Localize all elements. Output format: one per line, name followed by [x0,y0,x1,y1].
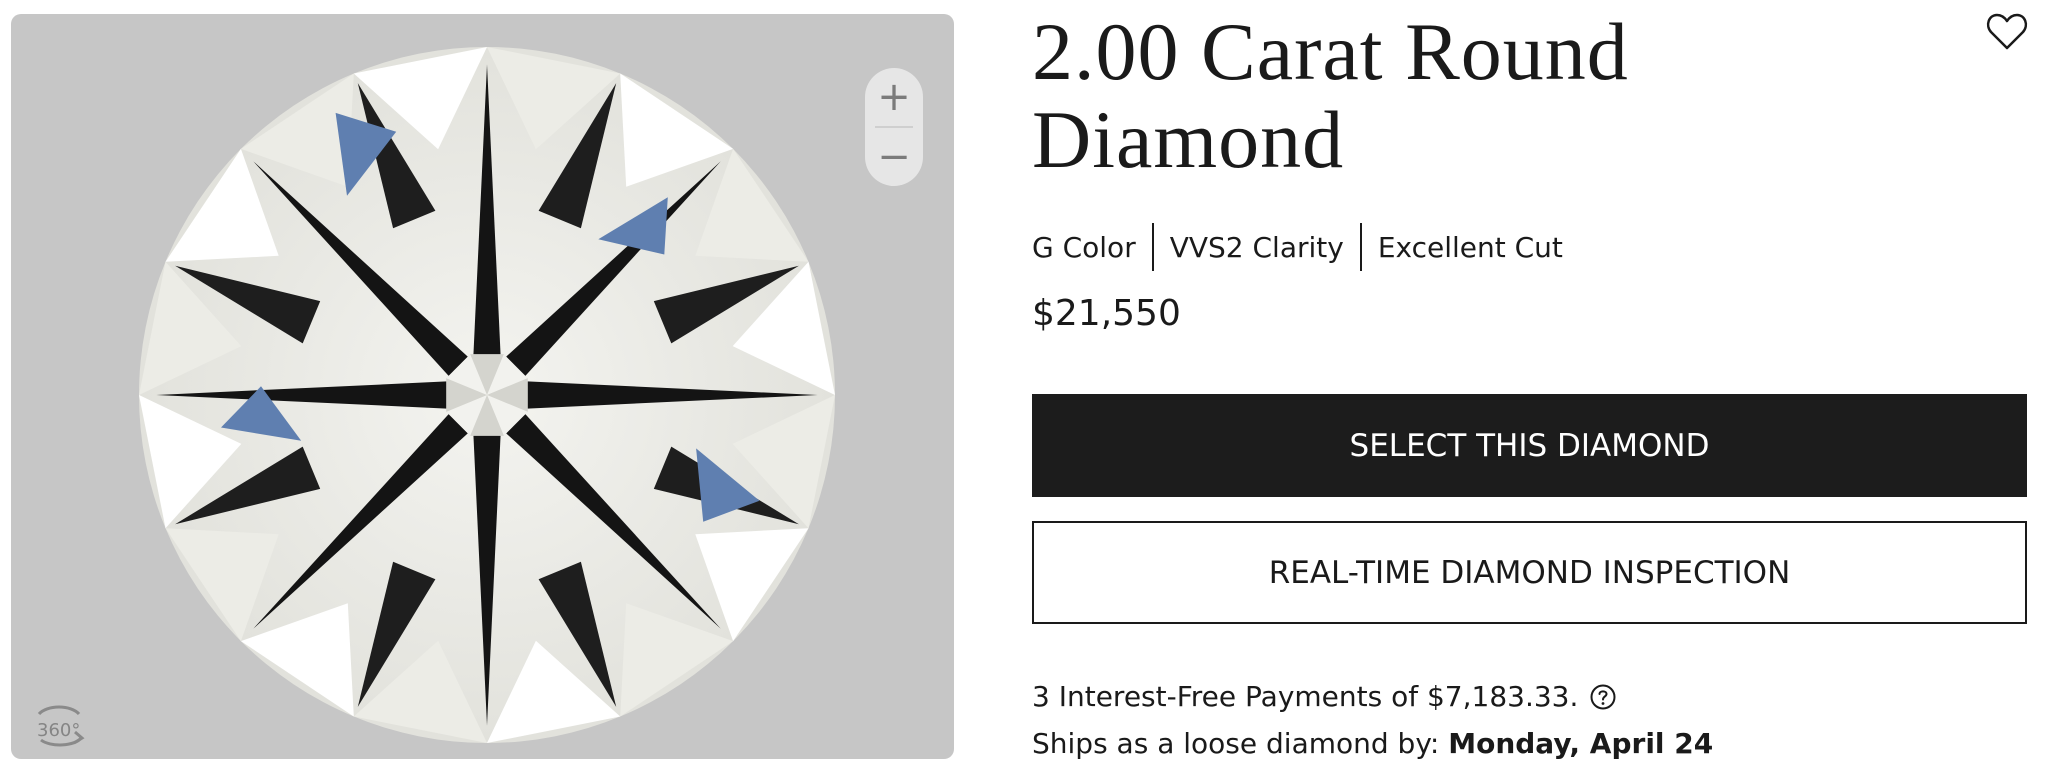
product-title: 2.00 Carat Round Diamond [1032,6,1629,185]
diamond-image-viewer[interactable]: + − 360° [11,14,954,759]
price: $21,550 [1032,293,1181,334]
zoom-controls: + − [865,68,923,186]
attribute-clarity: VVS2 Clarity [1169,230,1344,264]
real-time-inspection-button[interactable]: REAL-TIME DIAMOND INSPECTION [1032,521,2027,624]
question-circle-icon[interactable] [1590,684,1616,710]
select-diamond-button[interactable]: SELECT THIS DIAMOND [1032,394,2027,497]
diamond-image [139,47,835,743]
zoom-in-button[interactable]: + [865,68,923,126]
heart-outline-icon [1986,13,2028,50]
payments-text: 3 Interest-Free Payments of $7,183.33. [1032,680,1579,713]
rotate-360-button[interactable]: 360° [29,692,89,752]
attribute-cut: Excellent Cut [1377,230,1563,264]
attribute-color: G Color [1032,230,1136,264]
zoom-out-button[interactable]: − [865,128,923,186]
shipping-label: Ships as a loose diamond by: [1032,727,1440,760]
favorite-button[interactable] [1986,12,2028,52]
shipping-info: Ships as a loose diamond by: Monday, Apr… [1032,727,1713,760]
rotate-360-label: 360° [37,720,81,741]
attribute-divider [1359,223,1362,271]
diamond-attributes: G Color VVS2 Clarity Excellent Cut [1032,222,1563,272]
shipping-date: Monday, April 24 [1448,727,1714,760]
attribute-divider [1151,223,1154,271]
financing-info: 3 Interest-Free Payments of $7,183.33. [1032,680,1616,713]
